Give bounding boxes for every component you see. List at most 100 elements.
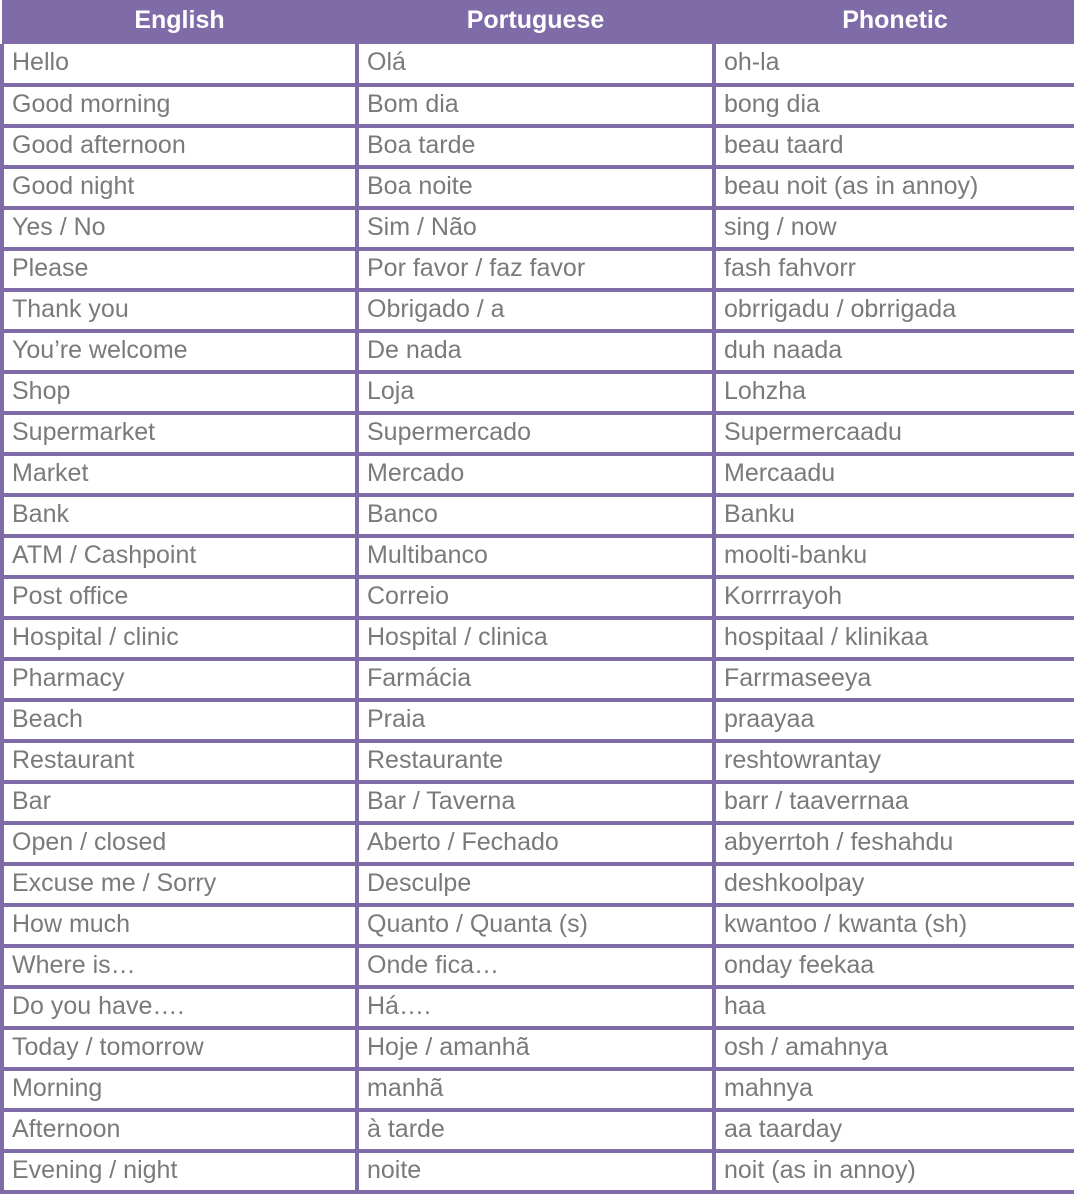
table-cell-phonetic: Farrmaseeya xyxy=(714,659,1074,702)
table-cell-english: Post office xyxy=(0,577,359,620)
table-cell-portuguese: Bar / Taverna xyxy=(357,782,716,825)
table-cell-english: Restaurant xyxy=(0,741,359,784)
table-cell-phonetic: Mercaadu xyxy=(714,454,1074,497)
table-cell-phonetic: praayaa xyxy=(714,700,1074,743)
column-header-phonetic: Phonetic xyxy=(842,6,948,34)
table-cell-phonetic: haa xyxy=(714,987,1074,1030)
table-cell-portuguese: Há…. xyxy=(357,987,716,1030)
table-cell-phonetic: beau noit (as in annoy) xyxy=(714,167,1074,210)
table-cell-english: Good afternoon xyxy=(0,126,359,169)
table-cell-phonetic: osh / amahnya xyxy=(714,1028,1074,1071)
table-row: Thank you Obrigado / a obrrigadu / obrriga… xyxy=(0,290,1074,333)
table-cell-phonetic: abyerrtoh / feshahdu xyxy=(714,823,1074,866)
table-cell-english: ATM / Cashpoint xyxy=(0,536,359,579)
table-row: Afternoon à tarde aa taarday xyxy=(0,1110,1074,1153)
table-row: Supermarket Supermercado Supermercaadu xyxy=(0,413,1074,456)
table-row: Do you have…. Há…. haa xyxy=(0,987,1074,1030)
column-header-english: English xyxy=(134,6,225,34)
table-row: Market Mercado Mercaadu xyxy=(0,454,1074,497)
header-row: English Portuguese Phonetic xyxy=(2,0,1074,44)
table-cell-phonetic: mahnya xyxy=(714,1069,1074,1112)
table-cell-portuguese: à tarde xyxy=(357,1110,716,1153)
table-cell-portuguese: Farmácia xyxy=(357,659,716,702)
table-row: ATM / Cashpoint Multibanco moolti-banku xyxy=(0,536,1074,579)
table-row: Restaurant Restaurante reshtowrantay xyxy=(0,741,1074,784)
table-cell-portuguese: Aberto / Fechado xyxy=(357,823,716,866)
table-cell-portuguese: Quanto / Quanta (s) xyxy=(357,905,716,948)
table-cell-portuguese: Hoje / amanhã xyxy=(357,1028,716,1071)
table-cell-portuguese: Onde fica… xyxy=(357,946,716,989)
table-cell-phonetic: oh-la xyxy=(714,44,1074,87)
table-cell-phonetic: bong dia xyxy=(714,85,1074,128)
table-cell-english: Good night xyxy=(0,167,359,210)
table-cell-english: Bar xyxy=(0,782,359,825)
table-cell-english: Supermarket xyxy=(0,413,359,456)
table-cell-english: How much xyxy=(0,905,359,948)
table-cell-portuguese: Loja xyxy=(357,372,716,415)
table-cell-portuguese: Olá xyxy=(357,44,716,87)
table-row: How much Quanto / Quanta (s) kwantoo / kwa… xyxy=(0,905,1074,948)
table-row: Post office Correio Korrrrayoh xyxy=(0,577,1074,620)
table-cell-phonetic: onday feekaa xyxy=(714,946,1074,989)
table-cell-phonetic: Korrrrayoh xyxy=(714,577,1074,620)
table-cell-english: Shop xyxy=(0,372,359,415)
table-cell-phonetic: aa taarday xyxy=(714,1110,1074,1153)
column-header-portuguese: Portuguese xyxy=(466,6,605,34)
table-cell-portuguese: Multibanco xyxy=(357,536,716,579)
table-cell-portuguese: Mercado xyxy=(357,454,716,497)
table-cell-english: Today / tomorrow xyxy=(0,1028,359,1071)
table-row: Shop Loja Lohzha xyxy=(0,372,1074,415)
table-row: Please Por favor / faz favor fash fahvorr xyxy=(0,249,1074,292)
table-cell-portuguese: Sim / Não xyxy=(357,208,716,251)
table-cell-phonetic: hospitaal / klinikaa xyxy=(714,618,1074,661)
table-cell-portuguese: Correio xyxy=(357,577,716,620)
table-cell-phonetic: noit (as in annoy) xyxy=(714,1151,1074,1194)
table-row: Evening / night noite noit (as in annoy) xyxy=(0,1151,1074,1194)
table-cell-english: Thank you xyxy=(0,290,359,333)
table-cell-english: Market xyxy=(0,454,359,497)
table-cell-phonetic: deshkoolpay xyxy=(714,864,1074,907)
table-row: Today / tomorrow Hoje / amanhã osh / amahn… xyxy=(0,1028,1074,1071)
table-cell-phonetic: fash fahvorr xyxy=(714,249,1074,292)
table-cell-portuguese: Supermercado xyxy=(357,413,716,456)
table-cell-portuguese: Praia xyxy=(357,700,716,743)
table-cell-portuguese: manhã xyxy=(357,1069,716,1112)
table-body: Hello Olá oh-la Good morning Bom dia bong dia… xyxy=(0,44,1074,1194)
table-cell-portuguese: Por favor / faz favor xyxy=(357,249,716,292)
table-row: Where is… Onde fica… onday feekaa xyxy=(0,946,1074,989)
table-cell-english: Hello xyxy=(0,44,359,87)
table-cell-english: Bank xyxy=(0,495,359,538)
table-cell-portuguese: De nada xyxy=(357,331,716,374)
table-cell-portuguese: Obrigado / a xyxy=(357,290,716,333)
table-cell-phonetic: kwantoo / kwanta (sh) xyxy=(714,905,1074,948)
table-cell-phonetic: beau taard xyxy=(714,126,1074,169)
table-cell-phonetic: Lohzha xyxy=(714,372,1074,415)
table-cell-phonetic: sing / now xyxy=(714,208,1074,251)
table-row: Excuse me / Sorry Desculpe deshkoolpay xyxy=(0,864,1074,907)
table-cell-english: Please xyxy=(0,249,359,292)
table-row: Hello Olá oh-la xyxy=(0,44,1074,87)
table-cell-portuguese: Banco xyxy=(357,495,716,538)
table-cell-english: Beach xyxy=(0,700,359,743)
table-cell-portuguese: Boa tarde xyxy=(357,126,716,169)
table-cell-portuguese: Desculpe xyxy=(357,864,716,907)
table-row: Beach Praia praayaa xyxy=(0,700,1074,743)
table-row: Open / closed Aberto / Fechado abyerrtoh /… xyxy=(0,823,1074,866)
table-header: English Portuguese Phonetic xyxy=(2,0,1074,44)
table-cell-english: Excuse me / Sorry xyxy=(0,864,359,907)
table-cell-portuguese: Bom dia xyxy=(357,85,716,128)
table-cell-english: Yes / No xyxy=(0,208,359,251)
table-cell-phonetic: Banku xyxy=(714,495,1074,538)
table-cell-english: Hospital / clinic xyxy=(0,618,359,661)
table-cell-phonetic: duh naada xyxy=(714,331,1074,374)
table-row: Good night Boa noite beau noit (as in anno… xyxy=(0,167,1074,210)
table-cell-portuguese: Hospital / clinica xyxy=(357,618,716,661)
table-cell-english: Afternoon xyxy=(0,1110,359,1153)
table-cell-phonetic: reshtowrantay xyxy=(714,741,1074,784)
table-cell-english: Where is… xyxy=(0,946,359,989)
table-row: Yes / No Sim / Não sing / now xyxy=(0,208,1074,251)
phrasebook-table: English Portuguese Phonetic Hello Olá oh-l… xyxy=(0,0,1074,1194)
table-cell-phonetic: obrrigadu / obrrigada xyxy=(714,290,1074,333)
table-cell-english: You’re welcome xyxy=(0,331,359,374)
table-cell-english: Evening / night xyxy=(0,1151,359,1194)
